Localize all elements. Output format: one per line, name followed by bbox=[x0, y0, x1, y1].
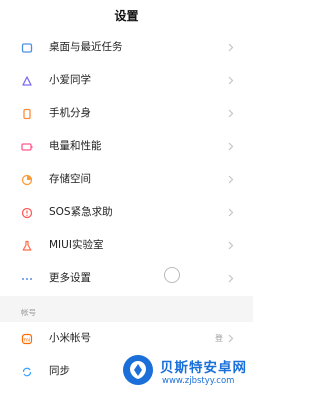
settings-item-label: 桌面与最近任务 bbox=[49, 41, 123, 53]
chevron-right-icon bbox=[228, 76, 234, 85]
settings-item-battery[interactable]: 电量和性能 bbox=[0, 130, 253, 163]
svg-text:mi: mi bbox=[24, 337, 31, 343]
more-icon bbox=[21, 273, 33, 285]
mi-icon: mi bbox=[21, 333, 33, 345]
chevron-right-icon bbox=[228, 43, 234, 52]
settings-item-miui-lab[interactable]: MIUI实验室 bbox=[0, 229, 253, 262]
home-icon bbox=[21, 42, 33, 54]
settings-item-sos[interactable]: SOS紧急求助 bbox=[0, 196, 253, 229]
settings-item-phone-clone[interactable]: 手机分身 bbox=[0, 97, 253, 130]
battery-icon bbox=[21, 141, 33, 153]
settings-item-storage[interactable]: 存储空间 bbox=[0, 163, 253, 196]
settings-item-xiaoai[interactable]: 小爱同学 bbox=[0, 64, 253, 97]
sos-icon bbox=[21, 207, 33, 219]
lab-icon bbox=[21, 240, 33, 252]
settings-item-label: 小米帐号 bbox=[49, 332, 91, 344]
settings-item-home[interactable]: 桌面与最近任务 bbox=[0, 31, 253, 64]
settings-item-more[interactable]: 更多设置 bbox=[0, 262, 253, 295]
page-title: 设置 bbox=[114, 8, 139, 23]
settings-item-label: 手机分身 bbox=[49, 107, 91, 119]
section-header: 帐号 bbox=[0, 296, 253, 322]
settings-item-label: 更多设置 bbox=[49, 272, 91, 284]
section-label: 帐号 bbox=[21, 308, 36, 317]
chevron-right-icon bbox=[228, 142, 234, 151]
chevron-right-icon bbox=[228, 241, 234, 250]
settings-item-label: 存储空间 bbox=[49, 173, 91, 185]
storage-icon bbox=[21, 174, 33, 186]
watermark-url: www.zjbstyy.com bbox=[162, 376, 235, 386]
watermark-logo-icon bbox=[123, 355, 153, 385]
sync-icon bbox=[21, 366, 33, 378]
xiaoai-icon bbox=[21, 75, 33, 87]
settings-item-label: 同步 bbox=[49, 365, 70, 377]
settings-item-label: 电量和性能 bbox=[49, 140, 102, 152]
phone-clone-icon bbox=[21, 108, 33, 120]
chevron-right-icon bbox=[228, 175, 234, 184]
loading-spinner bbox=[164, 267, 180, 283]
settings-item-label: MIUI实验室 bbox=[49, 239, 104, 251]
chevron-right-icon bbox=[228, 109, 234, 118]
header: 设置 bbox=[0, 0, 253, 30]
settings-item-label: 小爱同学 bbox=[49, 74, 91, 86]
chevron-right-icon bbox=[228, 334, 234, 343]
chevron-right-icon bbox=[228, 208, 234, 217]
settings-item-label: SOS紧急求助 bbox=[49, 206, 113, 218]
watermark: 贝斯特安卓网 www.zjbstyy.com bbox=[118, 350, 253, 399]
watermark-title: 贝斯特安卓网 bbox=[160, 360, 247, 376]
chevron-right-icon bbox=[228, 274, 234, 283]
settings-list: 桌面与最近任务 小爱同学 手机分身 电量和性能 存储空间 SOS紧急求助 MIU… bbox=[0, 31, 253, 295]
